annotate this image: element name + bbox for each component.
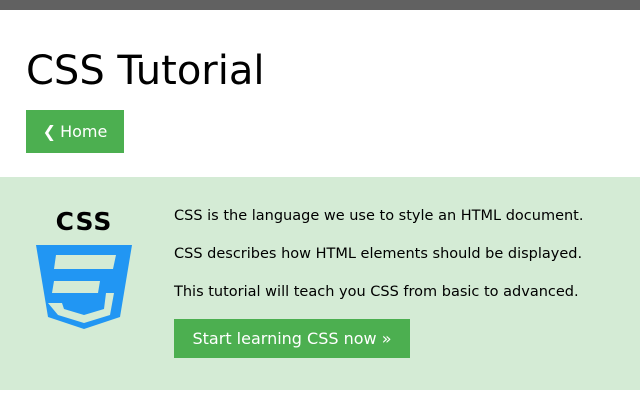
page-bottom <box>0 390 640 400</box>
chevron-left-icon: ❮ <box>42 122 57 141</box>
home-button-label: Home <box>60 122 108 141</box>
intro-line: CSS is the language we use to style an H… <box>174 208 584 224</box>
intro-section: CSS CSS is the language we use to style … <box>0 177 640 390</box>
top-navigation-bar <box>0 0 640 10</box>
intro-line: CSS describes how HTML elements should b… <box>174 246 583 262</box>
start-learning-button[interactable]: Start learning CSS now » <box>174 319 410 358</box>
page-header: CSS Tutorial ❮ Home <box>0 10 640 177</box>
css-logo: CSS <box>34 207 134 343</box>
css3-shield-icon <box>36 245 132 329</box>
page-title: CSS Tutorial <box>26 48 265 94</box>
css-logo-text: CSS <box>55 207 113 236</box>
home-button[interactable]: ❮ Home <box>26 110 124 153</box>
intro-text: CSS is the language we use to style an H… <box>174 207 634 321</box>
intro-line: This tutorial will teach you CSS from ba… <box>174 284 579 300</box>
